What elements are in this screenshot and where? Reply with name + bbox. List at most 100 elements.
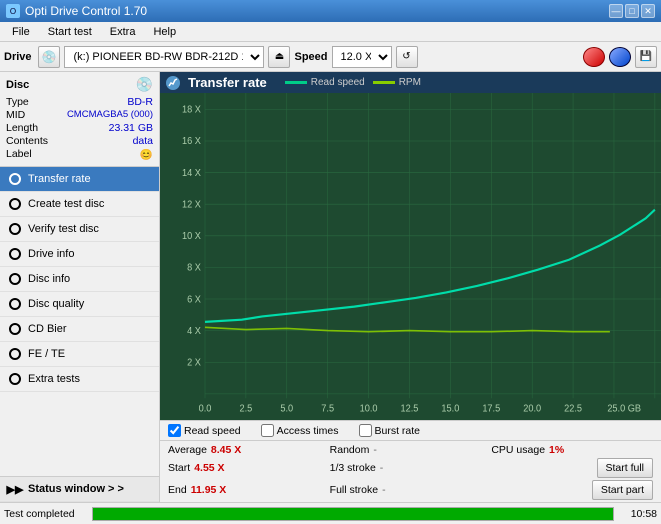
full-stroke-value: - xyxy=(382,484,386,496)
nav-fe-te[interactable]: FE / TE xyxy=(0,342,159,367)
chart-title: Transfer rate xyxy=(188,75,267,90)
nav-verify-test-disc-label: Verify test disc xyxy=(28,223,99,235)
maximize-button[interactable]: □ xyxy=(625,4,639,18)
nav-cd-bier-label: CD Bier xyxy=(28,323,67,335)
burst-rate-checkbox-label[interactable]: Burst rate xyxy=(359,424,421,437)
disc-info-icon xyxy=(8,272,22,286)
menu-extra[interactable]: Extra xyxy=(102,24,144,40)
chart-icon xyxy=(166,76,180,90)
svg-text:4 X: 4 X xyxy=(187,326,201,337)
svg-text:10.0: 10.0 xyxy=(360,403,378,414)
menu-start-test[interactable]: Start test xyxy=(40,24,100,40)
sidebar: Disc 💿 Type BD-R MID CMCMAGBA5 (000) Len… xyxy=(0,72,160,502)
drive-icon: 💿 xyxy=(38,46,61,68)
nav-extra-tests[interactable]: Extra tests xyxy=(0,367,159,392)
svg-text:2.5: 2.5 xyxy=(239,403,252,414)
disc-label: Disc xyxy=(6,79,29,91)
nav-create-test-disc[interactable]: Create test disc xyxy=(0,192,159,217)
svg-text:5.0: 5.0 xyxy=(280,403,293,414)
progress-bar-fill xyxy=(93,508,613,520)
status-bar: Test completed 10:58 xyxy=(0,502,661,524)
svg-text:6 X: 6 X xyxy=(187,294,201,305)
read-speed-checkbox-text: Read speed xyxy=(184,425,241,437)
app-icon: O xyxy=(6,4,20,18)
stats-row-2: Start 4.55 X 1/3 stroke - Start full xyxy=(168,458,653,478)
svg-text:2 X: 2 X xyxy=(187,357,201,368)
access-times-checkbox-text: Access times xyxy=(277,425,339,437)
drive-label: Drive xyxy=(4,51,32,63)
svg-text:22.5: 22.5 xyxy=(564,403,582,414)
menu-help[interactable]: Help xyxy=(145,24,184,40)
status-time: 10:58 xyxy=(622,508,657,520)
svg-text:8 X: 8 X xyxy=(187,262,201,273)
app-title: Opti Drive Control 1.70 xyxy=(25,4,147,18)
menu-file[interactable]: File xyxy=(4,24,38,40)
disc-type-icon: 💿 xyxy=(136,76,153,93)
cd-bier-icon xyxy=(8,322,22,336)
nav-transfer-rate-label: Transfer rate xyxy=(28,173,91,185)
toolbar: Drive 💿 (k:) PIONEER BD-RW BDR-212D 1.03… xyxy=(0,42,661,72)
contents-value: data xyxy=(133,135,153,147)
nav-disc-info[interactable]: Disc info xyxy=(0,267,159,292)
access-times-checkbox-label[interactable]: Access times xyxy=(261,424,339,437)
eject-button[interactable]: ⏏ xyxy=(268,46,290,68)
nav-verify-test-disc[interactable]: Verify test disc xyxy=(0,217,159,242)
length-label: Length xyxy=(6,122,38,134)
stats-row-3: End 11.95 X Full stroke - Start part xyxy=(168,480,653,500)
stroke-1-3-label: 1/3 stroke xyxy=(330,462,376,474)
stats-panel: Average 8.45 X Random - CPU usage 1% Sta… xyxy=(160,440,661,502)
stats-row-1: Average 8.45 X Random - CPU usage 1% xyxy=(168,444,653,456)
rpm-legend-color xyxy=(373,81,395,84)
svg-text:10 X: 10 X xyxy=(182,231,202,242)
read-speed-legend-color xyxy=(285,81,307,84)
legend-read-speed: Read speed xyxy=(285,77,365,88)
svg-text:0.0: 0.0 xyxy=(199,403,212,414)
access-times-checkbox[interactable] xyxy=(261,424,274,437)
svg-text:16 X: 16 X xyxy=(182,136,202,147)
status-window-btn[interactable]: ▶▶ Status window > > xyxy=(0,476,159,502)
read-speed-checkbox-label[interactable]: Read speed xyxy=(168,424,241,437)
svg-text:14 X: 14 X xyxy=(182,168,202,179)
disc-write-button[interactable] xyxy=(609,47,631,67)
disc-label-btn[interactable]: 😊 xyxy=(140,148,153,161)
average-label: Average xyxy=(168,444,207,456)
refresh-button[interactable]: ↺ xyxy=(396,46,418,68)
disc-info-panel: Disc 💿 Type BD-R MID CMCMAGBA5 (000) Len… xyxy=(0,72,159,167)
chart-svg: 18 X 16 X 14 X 12 X 10 X 8 X 6 X 4 X 2 X… xyxy=(160,93,661,420)
svg-text:20.0: 20.0 xyxy=(523,403,541,414)
svg-text:18 X: 18 X xyxy=(182,104,202,115)
nav-extra-tests-label: Extra tests xyxy=(28,373,80,385)
speed-select[interactable]: 12.0 X xyxy=(332,46,392,68)
stroke-1-3-value: - xyxy=(380,462,384,474)
contents-label: Contents xyxy=(6,135,48,147)
start-part-button[interactable]: Start part xyxy=(592,480,653,500)
nav-fe-te-label: FE / TE xyxy=(28,348,65,360)
disc-read-button[interactable] xyxy=(583,47,605,67)
burst-rate-checkbox[interactable] xyxy=(359,424,372,437)
length-value: 23.31 GB xyxy=(109,122,153,134)
svg-text:15.0: 15.0 xyxy=(441,403,459,414)
chart-canvas: 18 X 16 X 14 X 12 X 10 X 8 X 6 X 4 X 2 X… xyxy=(160,93,661,420)
mid-label: MID xyxy=(6,109,25,121)
chart-header: Transfer rate Read speed RPM xyxy=(160,72,661,93)
drive-select[interactable]: (k:) PIONEER BD-RW BDR-212D 1.03 xyxy=(64,46,264,68)
verify-test-disc-icon xyxy=(8,222,22,236)
menu-bar: File Start test Extra Help xyxy=(0,22,661,42)
nav-drive-info-label: Drive info xyxy=(28,248,74,260)
save-button[interactable]: 💾 xyxy=(635,46,657,68)
read-speed-legend-label: Read speed xyxy=(311,77,365,88)
mid-value: CMCMAGBA5 (000) xyxy=(67,109,153,121)
start-full-button[interactable]: Start full xyxy=(597,458,654,478)
title-bar: O Opti Drive Control 1.70 — □ ✕ xyxy=(0,0,661,22)
nav-cd-bier[interactable]: CD Bier xyxy=(0,317,159,342)
nav-disc-quality[interactable]: Disc quality xyxy=(0,292,159,317)
minimize-button[interactable]: — xyxy=(609,4,623,18)
extra-tests-icon xyxy=(8,372,22,386)
nav-disc-quality-label: Disc quality xyxy=(28,298,84,310)
nav-transfer-rate[interactable]: Transfer rate xyxy=(0,167,159,192)
close-button[interactable]: ✕ xyxy=(641,4,655,18)
read-speed-checkbox[interactable] xyxy=(168,424,181,437)
full-stroke-label: Full stroke xyxy=(330,484,378,496)
nav-drive-info[interactable]: Drive info xyxy=(0,242,159,267)
svg-text:7.5: 7.5 xyxy=(321,403,334,414)
